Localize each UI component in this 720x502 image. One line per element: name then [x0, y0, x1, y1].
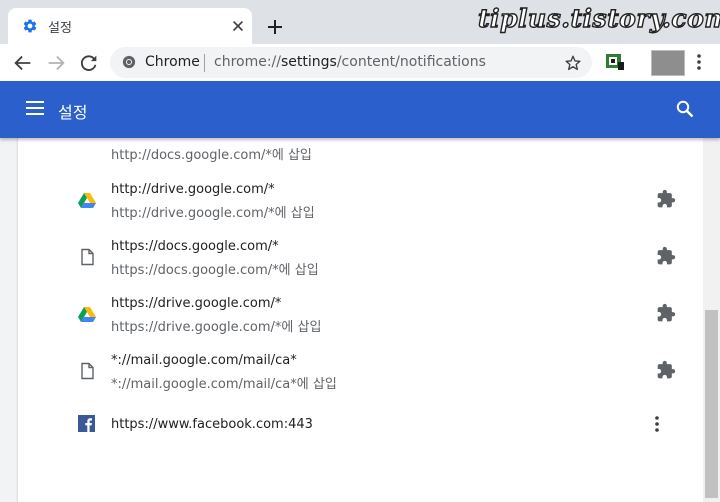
- forward-arrow-icon[interactable]: [45, 52, 67, 74]
- site-chip: Chrome: [145, 54, 200, 70]
- watermark: tiplus.tistory.com: [477, 3, 720, 33]
- tab-title: 설정: [48, 21, 72, 36]
- list-item[interactable]: *://mail.google.com/mail/ca* *://mail.go…: [18, 342, 703, 399]
- list-item-subtitle: https://docs.google.com/*에 삽입: [111, 263, 319, 278]
- list-item-pattern: https://drive.google.com/*: [111, 296, 282, 311]
- search-icon[interactable]: [676, 100, 694, 118]
- hamburger-menu-icon[interactable]: [26, 101, 44, 115]
- chrome-icon: [122, 55, 136, 69]
- chip-divider: [204, 54, 205, 72]
- tab-settings[interactable]: 설정: [8, 8, 252, 44]
- settings-content: http://docs.google.com/*에 삽입 http://driv…: [0, 138, 720, 502]
- bookmark-star-icon[interactable]: [564, 54, 582, 72]
- reload-icon[interactable]: [78, 52, 100, 74]
- address-bar[interactable]: Chrome chrome://settings/content/notific…: [110, 47, 592, 78]
- tab-strip: 설정 tiplus.tistory.com: [0, 0, 720, 44]
- list-item[interactable]: https://www.facebook.com:443: [18, 399, 703, 449]
- back-arrow-icon[interactable]: [12, 52, 34, 74]
- list-item-pattern: *://mail.google.com/mail/ca*: [111, 353, 297, 368]
- profile-avatar[interactable]: [651, 50, 685, 76]
- list-item-pattern: http://drive.google.com/*: [111, 182, 275, 197]
- url-text: chrome://settings/content/notifications: [214, 54, 486, 70]
- site-list-card: http://docs.google.com/*에 삽입 http://driv…: [18, 138, 703, 502]
- list-item[interactable]: http://docs.google.com/*에 삽입: [18, 138, 703, 171]
- list-item-pattern: https://docs.google.com/*: [111, 239, 279, 254]
- settings-header: 설정: [0, 81, 720, 138]
- list-item-subtitle: http://drive.google.com/*에 삽입: [111, 206, 315, 221]
- puzzle-icon: [657, 360, 676, 379]
- file-icon: [81, 362, 94, 380]
- list-item[interactable]: https://docs.google.com/* https://docs.g…: [18, 228, 703, 285]
- more-vert-icon[interactable]: [654, 415, 660, 433]
- puzzle-icon: [657, 246, 676, 265]
- google-drive-icon: [78, 307, 96, 322]
- puzzle-icon: [657, 303, 676, 322]
- list-item-pattern: https://www.facebook.com:443: [111, 417, 313, 432]
- puzzle-icon: [657, 189, 676, 208]
- extension-icon[interactable]: [604, 52, 626, 72]
- scrollbar[interactable]: [703, 138, 720, 502]
- facebook-icon: [78, 415, 95, 432]
- google-drive-icon: [78, 193, 96, 208]
- list-item[interactable]: https://drive.google.com/* https://drive…: [18, 285, 703, 342]
- list-item-subtitle: *://mail.google.com/mail/ca*에 삽입: [111, 377, 337, 392]
- list-item-subtitle: https://drive.google.com/*에 삽입: [111, 320, 322, 335]
- settings-gear-icon: [23, 19, 37, 33]
- list-item-subtitle: http://docs.google.com/*에 삽입: [111, 148, 312, 163]
- more-vert-icon[interactable]: [690, 52, 708, 72]
- new-tab-icon[interactable]: [265, 17, 285, 37]
- scrollbar-thumb[interactable]: [705, 310, 718, 498]
- close-icon[interactable]: [230, 18, 246, 34]
- page-title: 설정: [58, 103, 88, 122]
- list-item[interactable]: http://drive.google.com/* http://drive.g…: [18, 171, 703, 228]
- file-icon: [81, 248, 94, 266]
